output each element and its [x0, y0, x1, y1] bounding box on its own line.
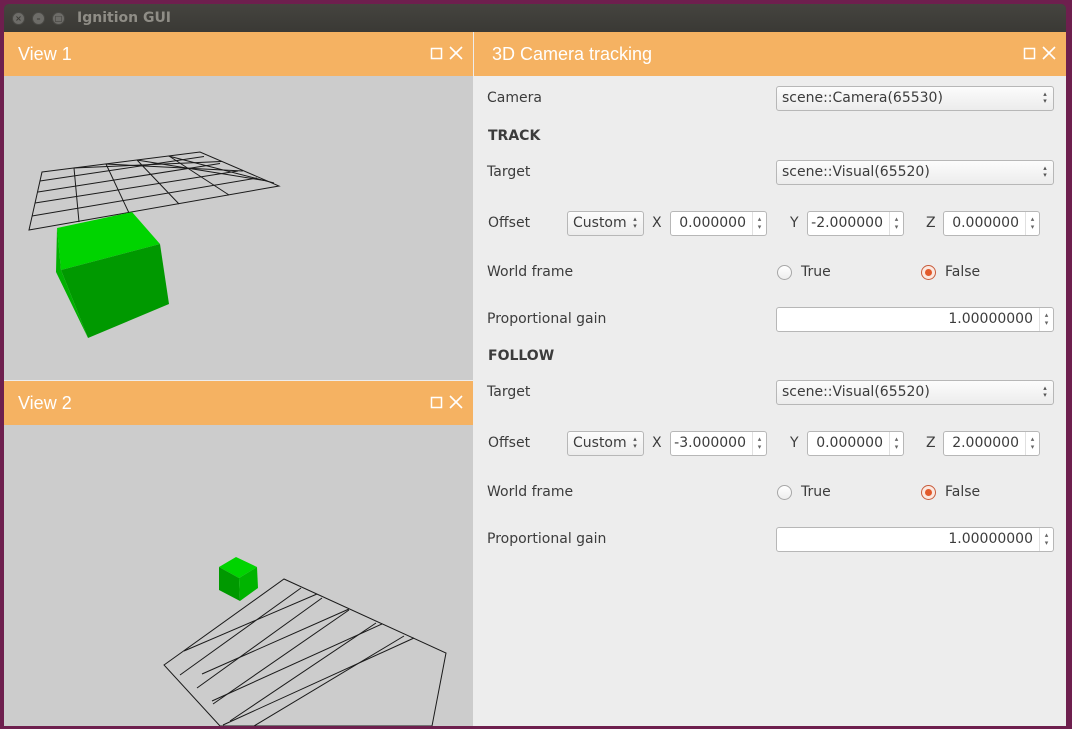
ground-grid — [28, 151, 281, 231]
view2-viewport[interactable] — [4, 425, 473, 726]
camera-label: Camera — [487, 90, 542, 106]
follow-z-value: 2.000000 — [952, 435, 1019, 451]
track-world-frame-true-radio[interactable] — [777, 265, 792, 280]
track-z-value: 0.000000 — [952, 215, 1019, 231]
track-y-label: Y — [790, 215, 799, 231]
track-offset-label: Offset — [488, 215, 531, 231]
spin-arrows-icon[interactable]: ▴ ▾ — [1039, 528, 1053, 551]
track-world-frame-label: World frame — [487, 264, 574, 280]
follow-gain-spinbox[interactable]: 1.00000000 ▴ ▾ — [776, 527, 1054, 552]
chevron-updown-icon: ▴ ▾ — [633, 215, 637, 230]
maximize-panel-icon[interactable] — [429, 393, 445, 411]
maximize-panel-icon[interactable] — [429, 44, 445, 62]
follow-target-label: Target — [487, 384, 531, 400]
view1-header: View 1 — [4, 32, 473, 76]
ground-grid — [163, 578, 447, 726]
follow-y-value: 0.000000 — [816, 435, 883, 451]
chevron-updown-icon: ▴ ▾ — [1043, 164, 1047, 179]
title-bar: × – □ Ignition GUI — [4, 4, 1066, 32]
spin-arrows-icon[interactable]: ▴ ▾ — [1039, 308, 1053, 331]
close-icon[interactable]: × — [12, 12, 25, 25]
follow-x-label: X — [652, 435, 662, 451]
view1-viewport[interactable] — [4, 76, 473, 380]
track-gain-label: Proportional gain — [487, 311, 607, 327]
follow-gain-label: Proportional gain — [487, 531, 607, 547]
view2-scene — [163, 557, 447, 726]
maximize-panel-icon[interactable] — [1022, 44, 1038, 62]
spin-arrows-icon[interactable]: ▴ ▾ — [1025, 212, 1039, 235]
close-panel-icon[interactable] — [448, 44, 464, 62]
view2-title: View 2 — [18, 393, 72, 413]
track-world-frame-false-radio[interactable] — [921, 265, 936, 280]
view1-title: View 1 — [18, 44, 72, 64]
camera-tracking-panel: 3D Camera tracking Camera scene::Camera(… — [474, 32, 1066, 726]
follow-z-label: Z — [926, 435, 936, 451]
follow-heading: FOLLOW — [488, 348, 555, 364]
track-y-value: -2.000000 — [811, 215, 883, 231]
chevron-updown-icon: ▴ ▾ — [1043, 384, 1047, 399]
follow-gain-value: 1.00000000 — [948, 531, 1033, 547]
track-x-label: X — [652, 215, 662, 231]
follow-world-frame-label: World frame — [487, 484, 574, 500]
maximize-icon[interactable]: □ — [52, 12, 65, 25]
main-area: View 1 View 2 3D Camera tracking Camera … — [4, 32, 1066, 726]
green-cube[interactable] — [219, 557, 258, 601]
view1-scene — [28, 151, 281, 338]
view2-header: View 2 — [4, 381, 473, 425]
follow-offset-mode-value: Custom — [573, 435, 627, 451]
spin-arrows-icon[interactable]: ▴ ▾ — [889, 212, 903, 235]
spin-arrows-icon[interactable]: ▴ ▾ — [1025, 432, 1039, 455]
follow-y-label: Y — [790, 435, 799, 451]
track-offset-mode-value: Custom — [573, 215, 627, 231]
window-title: Ignition GUI — [77, 10, 172, 26]
follow-world-frame-true-label[interactable]: True — [801, 484, 831, 500]
follow-target-value: scene::Visual(65520) — [782, 384, 930, 400]
minimize-icon[interactable]: – — [32, 12, 45, 25]
track-target-value: scene::Visual(65520) — [782, 164, 930, 180]
track-gain-value: 1.00000000 — [948, 311, 1033, 327]
track-target-label: Target — [487, 164, 531, 180]
camera-panel-header: 3D Camera tracking — [474, 32, 1066, 76]
follow-offset-label: Offset — [488, 435, 531, 451]
follow-x-value: -3.000000 — [674, 435, 746, 451]
follow-world-frame-true-radio[interactable] — [777, 485, 792, 500]
follow-z-spinbox[interactable]: 2.000000 ▴ ▾ — [943, 431, 1040, 456]
green-cube[interactable] — [56, 212, 169, 338]
follow-x-spinbox[interactable]: -3.000000 ▴ ▾ — [670, 431, 767, 456]
close-panel-icon[interactable] — [1041, 44, 1057, 62]
track-offset-mode-select[interactable]: Custom ▴ ▾ — [567, 211, 644, 236]
chevron-updown-icon: ▴ ▾ — [633, 435, 637, 450]
spin-arrows-icon[interactable]: ▴ ▾ — [889, 432, 903, 455]
track-gain-spinbox[interactable]: 1.00000000 ▴ ▾ — [776, 307, 1054, 332]
app-window: × – □ Ignition GUI View 1 View 2 3D Came… — [4, 4, 1066, 726]
track-x-spinbox[interactable]: 0.000000 ▴ ▾ — [670, 211, 767, 236]
camera-select[interactable]: scene::Camera(65530) ▴ ▾ — [776, 86, 1054, 111]
camera-panel-title: 3D Camera tracking — [492, 44, 653, 64]
close-panel-icon[interactable] — [448, 393, 464, 411]
track-x-value: 0.000000 — [679, 215, 746, 231]
track-y-spinbox[interactable]: -2.000000 ▴ ▾ — [807, 211, 904, 236]
follow-target-select[interactable]: scene::Visual(65520) ▴ ▾ — [776, 380, 1054, 405]
chevron-updown-icon: ▴ ▾ — [1043, 90, 1047, 105]
spin-arrows-icon[interactable]: ▴ ▾ — [752, 432, 766, 455]
follow-world-frame-false-label[interactable]: False — [945, 484, 980, 500]
follow-world-frame-false-radio[interactable] — [921, 485, 936, 500]
track-world-frame-false-label[interactable]: False — [945, 264, 980, 280]
follow-y-spinbox[interactable]: 0.000000 ▴ ▾ — [807, 431, 904, 456]
track-target-select[interactable]: scene::Visual(65520) ▴ ▾ — [776, 160, 1054, 185]
spin-arrows-icon[interactable]: ▴ ▾ — [752, 212, 766, 235]
track-world-frame-true-label[interactable]: True — [801, 264, 831, 280]
camera-select-value: scene::Camera(65530) — [782, 90, 943, 106]
track-heading: TRACK — [488, 128, 541, 144]
follow-offset-mode-select[interactable]: Custom ▴ ▾ — [567, 431, 644, 456]
track-z-spinbox[interactable]: 0.000000 ▴ ▾ — [943, 211, 1040, 236]
track-z-label: Z — [926, 215, 936, 231]
